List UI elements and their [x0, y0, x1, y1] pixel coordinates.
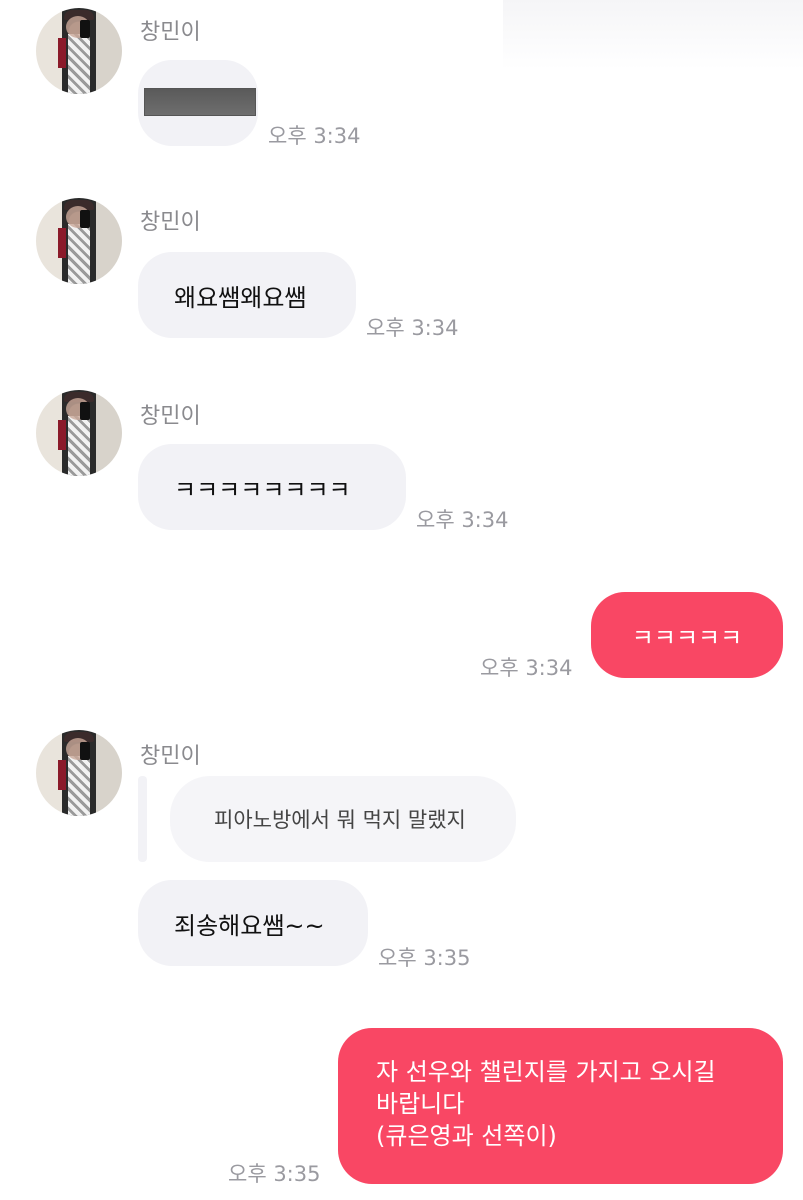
sender-name: 창민이 [140, 20, 201, 45]
message-text: 왜요쌤왜요쌤 [174, 283, 307, 312]
message-text: 죄송해요쌤~~ [174, 911, 325, 940]
sender-avatar[interactable] [36, 730, 122, 816]
message-line: (큐은영과 선쪽이) [376, 1122, 557, 1150]
message-line: 바랍니다 [376, 1090, 465, 1118]
message-text: ㅋㅋㅋㅋㅋ [631, 623, 743, 652]
reply-quote-bar [138, 776, 147, 862]
message-time: 오후 3:34 [480, 656, 573, 680]
sender-name: 창민이 [140, 744, 201, 769]
sender-avatar[interactable] [36, 390, 122, 476]
message-bubble-outgoing[interactable]: 자 선우와 챌린지를 가지고 오시길 바랍니다 (큐은영과 선쪽이) [338, 1028, 783, 1184]
message-time: 오후 3:34 [268, 124, 361, 148]
message-time: 오후 3:34 [416, 508, 509, 532]
message-bubble-redacted[interactable] [138, 60, 258, 146]
message-bubble-incoming[interactable]: ㅋㅋㅋㅋㅋㅋㅋㅋ [138, 444, 406, 530]
message-time: 오후 3:34 [366, 316, 459, 340]
message-bubble-outgoing[interactable]: ㅋㅋㅋㅋㅋ [591, 592, 783, 678]
reply-quote[interactable]: 피아노방에서 뭐 먹지 말랬지 [170, 776, 516, 862]
redacted-block [144, 88, 256, 116]
message-text: ㅋㅋㅋㅋㅋㅋㅋㅋ [174, 475, 351, 504]
top-edge-shadow [503, 0, 803, 70]
sender-name: 창민이 [140, 210, 201, 235]
message-line: 자 선우와 챌린지를 가지고 오시길 [376, 1058, 716, 1086]
sender-avatar[interactable] [36, 198, 122, 284]
sender-avatar[interactable] [36, 8, 122, 94]
quoted-text: 피아노방에서 뭐 먹지 말랬지 [214, 808, 466, 832]
message-time: 오후 3:35 [228, 1162, 321, 1186]
message-bubble-incoming[interactable]: 죄송해요쌤~~ [138, 880, 368, 966]
sender-name: 창민이 [140, 404, 201, 429]
message-time: 오후 3:35 [378, 946, 471, 970]
message-bubble-incoming[interactable]: 왜요쌤왜요쌤 [138, 252, 356, 338]
